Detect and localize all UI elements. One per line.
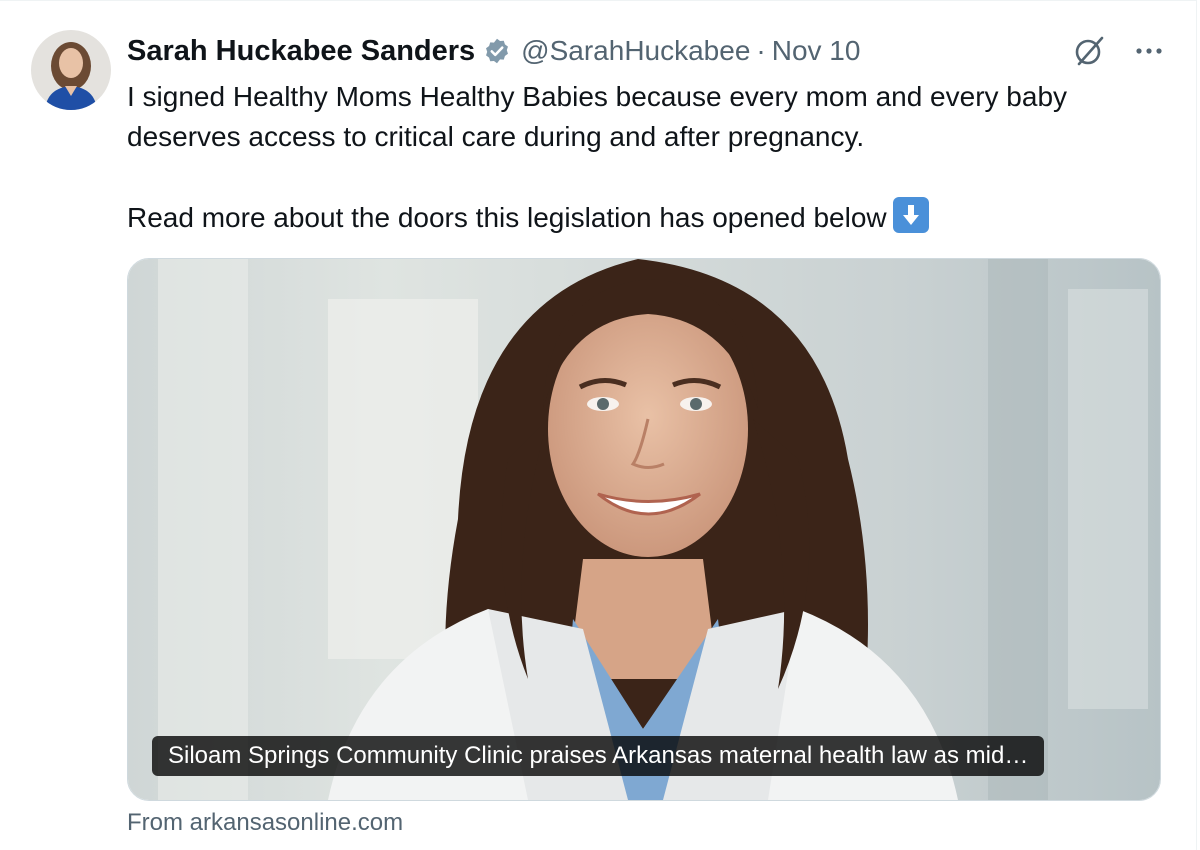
link-card[interactable]: Siloam Springs Community Clinic praises … bbox=[127, 258, 1161, 801]
grok-icon[interactable] bbox=[1072, 34, 1106, 68]
tweet-paragraph-1: I signed Healthy Moms Healthy Babies bec… bbox=[127, 81, 1068, 152]
separator-dot: · bbox=[756, 35, 766, 66]
tweet[interactable]: Sarah Huckabee Sanders @SarahHuckabee · … bbox=[0, 0, 1197, 850]
tweet-date[interactable]: Nov 10 bbox=[772, 35, 861, 67]
author-handle[interactable]: @SarahHuckabee bbox=[521, 35, 750, 67]
avatar[interactable] bbox=[31, 30, 111, 110]
down-arrow-emoji-icon bbox=[892, 197, 929, 233]
author-name[interactable]: Sarah Huckabee Sanders bbox=[127, 35, 475, 68]
card-image[interactable] bbox=[128, 259, 1160, 800]
card-caption[interactable]: Siloam Springs Community Clinic praises … bbox=[152, 736, 1045, 776]
tweet-text: I signed Healthy Moms Healthy Babies bec… bbox=[127, 77, 1167, 238]
header-actions bbox=[1072, 30, 1166, 72]
card-source[interactable]: From arkansasonline.com bbox=[127, 809, 403, 837]
verified-badge-icon[interactable] bbox=[483, 37, 511, 65]
tweet-paragraph-2-text: Read more about the doors this legislati… bbox=[127, 202, 887, 233]
more-icon[interactable] bbox=[1132, 34, 1166, 68]
tweet-header: Sarah Huckabee Sanders @SarahHuckabee · … bbox=[127, 30, 1166, 72]
tweet-paragraph-2: Read more about the doors this legislati… bbox=[127, 197, 1167, 238]
